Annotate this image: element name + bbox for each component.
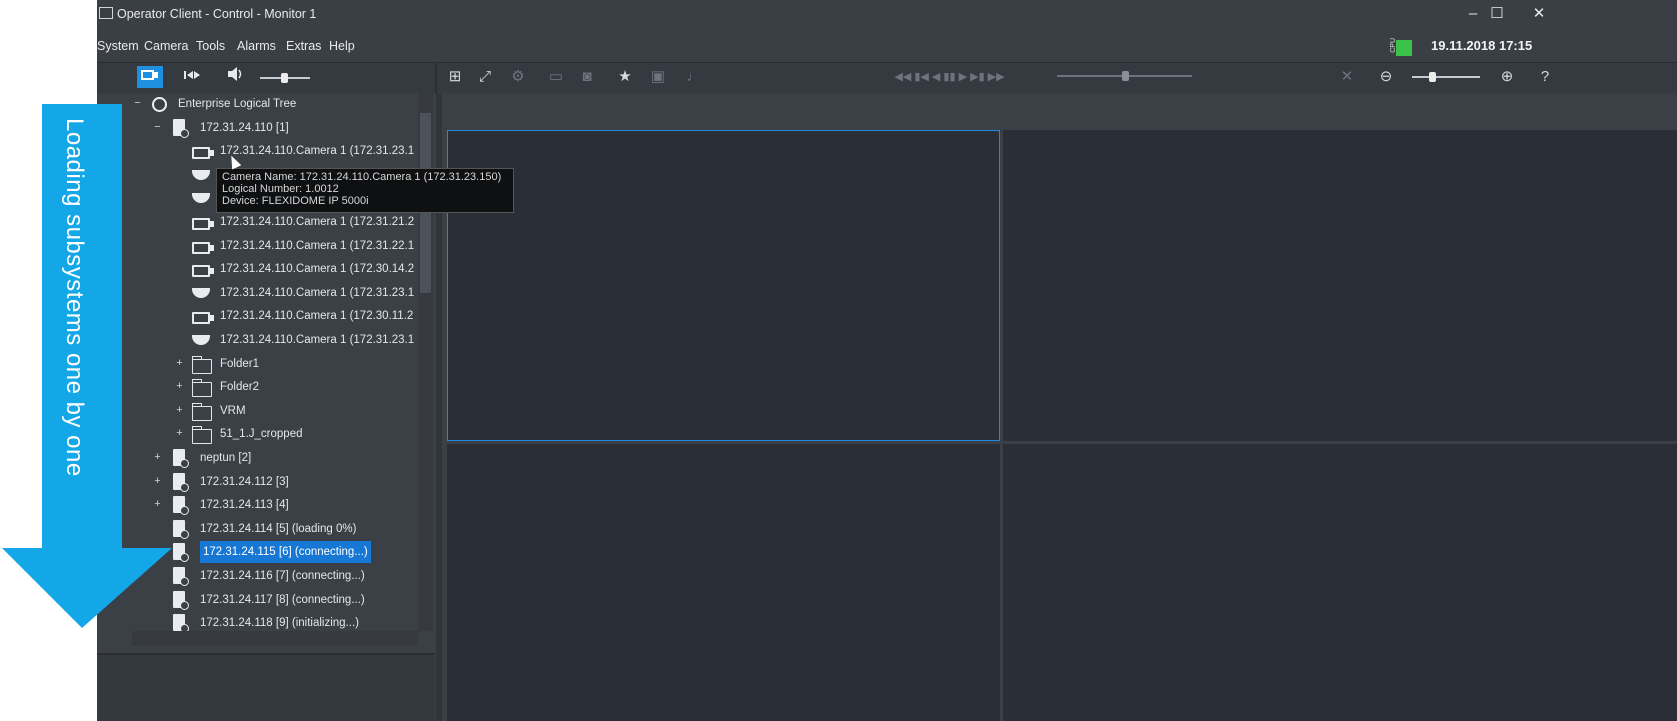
playback-speed-knob[interactable] [1122,71,1129,81]
menu-tools[interactable]: Tools [196,39,225,53]
tree-item-label: 172.31.24.116 [7] (connecting...) [200,570,365,582]
operator-client-window: Operator Client - Control - Monitor 1 – … [97,0,1677,721]
folder-icon [192,355,212,374]
camera-icon [192,265,214,278]
folder-icon [192,402,212,421]
dome-camera-icon [192,287,210,298]
down-arrow-annotation [2,104,172,628]
image-pane-3[interactable] [447,444,1000,721]
image-pane-4[interactable] [1003,444,1677,721]
camera-icon [192,218,214,230]
ptz-icon[interactable]: ⚙ [505,66,531,88]
folder-icon [192,379,212,398]
tree-item-label: 172.31.24.114 [5] (loading 0%) [200,522,357,535]
volume-slider[interactable] [260,73,310,83]
tree-view-icon[interactable]: ⊞ [442,66,468,88]
tree-item-label: Folder2 [220,381,259,394]
menu-extras[interactable]: Extras [286,39,321,53]
zoom-out-icon[interactable]: ⊖ [1373,66,1399,88]
cpu-load-bar [1396,40,1412,56]
playback-speed-slider[interactable] [1057,71,1192,81]
tree-item-label: 51_1.J_cropped [220,428,303,441]
tree-item-label: 172.31.24.110.Camera 1 (172.31.21.2 [220,216,415,228]
tree-item-label: 172.31.24.117 [8] (connecting...) [200,593,365,606]
tree-item-label: 172.31.24.110.Camera 1 (172.31.23.1 [220,145,415,158]
menu-help[interactable]: Help [329,39,355,53]
tree-item-label: neptun [2] [200,452,252,464]
tree-item-label: 172.31.24.118 [9] (initializing...) [200,617,359,630]
print-icon[interactable]: ▭ [543,66,569,88]
annotation-text: Loading subsystems one by one [61,118,88,477]
snapshot-icon[interactable]: ◙ [574,66,600,88]
image-pane-grid [447,127,1677,721]
grid-size-knob[interactable] [1429,72,1436,82]
tree-item-label: 172.31.24.113 [4] [200,499,289,512]
tooltip-device: Device: FLEXIDOME IP 5000i [222,195,369,207]
tree-item-label: 172.31.24.110.Camera 1 (172.30.11.2 [220,310,414,323]
dome-camera-icon [192,335,210,345]
maximize-button[interactable]: ☐ [1487,5,1507,23]
camera-tooltip: Camera Name: 172.31.24.110.Camera 1 (172… [216,168,514,213]
tree-item-label: 172.31.24.115 [6] (connecting...) [200,541,371,564]
tree-item-label: 172.31.24.110.Camera 1 (172.31.22.1 [220,239,415,252]
tooltip-camera-name: Camera Name: 172.31.24.110.Camera 1 (172… [222,171,502,183]
tree-item-label: 172.31.24.110.Camera 1 (172.31.23.1 [220,286,415,299]
volume-slider-knob[interactable] [281,73,288,83]
dome-camera-icon [192,169,210,180]
cpu-indicator: CPU [1390,38,1412,56]
image-pane-1[interactable] [447,130,1000,441]
tree-item-label: 172.31.24.110 [1] [200,121,289,134]
tree-root-label: Enterprise Logical Tree [178,98,297,110]
image-pane-2[interactable] [1003,130,1677,441]
toolbar: ⊞ ⤢ ⚙ ▭ ◙ ★ ▣ ♩ ◀◀ ▮◀ ◀ ▮▮ ▶ ▶▮ ▶▶ ✕ ⊖ ⊕… [97,63,1677,93]
tree-item-label: Folder1 [220,357,259,370]
menu-bar: System Camera Tools Alarms Extras Help C… [97,30,1677,63]
playback-icon [184,71,200,79]
close-all-icon[interactable]: ✕ [1334,66,1360,88]
speaker-icon[interactable] [223,66,249,88]
menu-alarms[interactable]: Alarms [237,39,276,53]
dome-camera-icon [192,193,210,204]
zoom-in-icon[interactable]: ⊕ [1494,66,1520,88]
camera-icon [192,312,214,325]
playback-mode-button[interactable] [179,66,205,88]
tree-item-label: VRM [220,404,246,417]
camera-icon [192,241,214,254]
tree-item-label: 172.31.24.110.Camera 1 (172.31.23.1 [220,334,415,346]
tooltip-logical-number: Logical Number: 1.0012 [222,183,339,195]
folder-settings-icon [192,426,212,445]
camera-icon [192,147,214,160]
playback-controls[interactable]: ◀◀ ▮◀ ◀ ▮▮ ▶ ▶▮ ▶▶ [852,66,1047,88]
close-button[interactable]: ✕ [1529,5,1549,23]
tree-item-label: 172.31.24.112 [3] [200,475,289,488]
microphone-icon[interactable]: ♩ [681,66,707,88]
tree-item-label: 172.31.24.110.Camera 1 (172.30.14.2 [220,263,415,276]
help-button[interactable]: ? [1532,66,1558,88]
minimize-button[interactable]: – [1463,5,1483,23]
date-time: 19.11.2018 17:15 [1431,38,1533,53]
grid-size-slider[interactable] [1412,72,1480,82]
instant-playback-icon[interactable]: ▣ [645,66,671,88]
fullscreen-icon[interactable]: ⤢ [472,66,498,88]
bookmark-star-icon[interactable]: ★ [612,66,638,88]
title-bar: Operator Client - Control - Monitor 1 – … [97,0,1677,30]
